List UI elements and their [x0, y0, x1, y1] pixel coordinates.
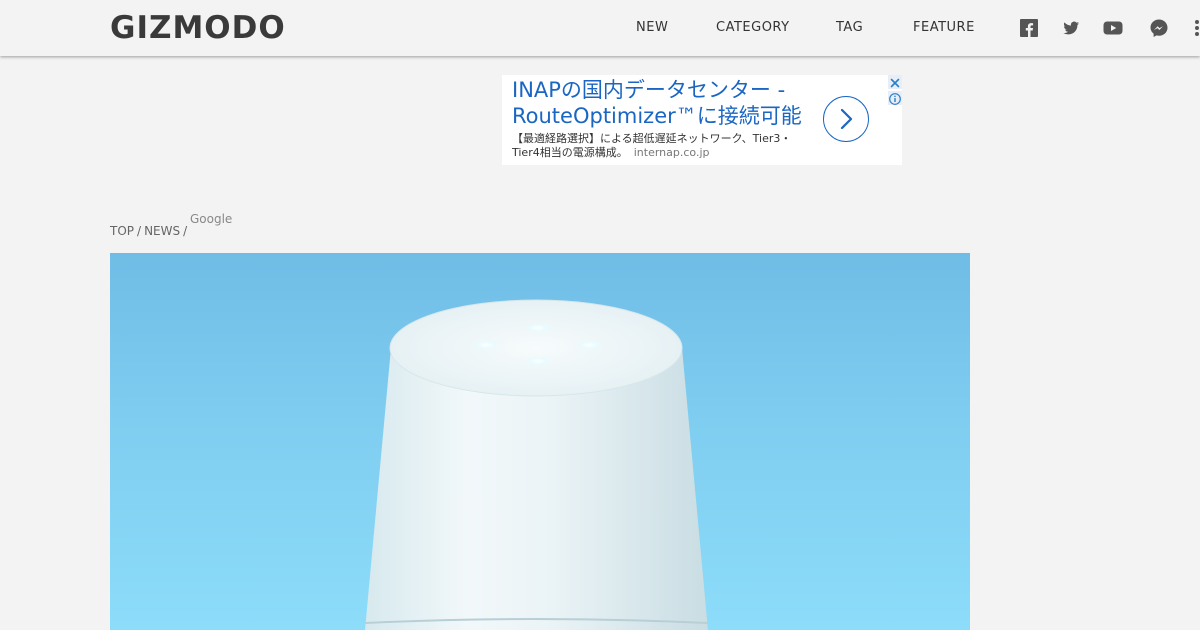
breadcrumb-news[interactable]: NEWS: [144, 224, 180, 238]
ad-description: 【最適経路選択】による超低遅延ネットワーク、Tier3・Tier4相当の電源構成…: [512, 132, 817, 160]
nav-new[interactable]: NEW: [636, 19, 668, 37]
youtube-icon[interactable]: [1102, 17, 1124, 39]
ad-close-button[interactable]: [888, 75, 902, 89]
nav-tag[interactable]: TAG: [836, 19, 863, 37]
facebook-icon[interactable]: [1018, 17, 1040, 39]
ad-info-button[interactable]: [888, 91, 902, 105]
google-home-device-image: [364, 299, 709, 630]
nav-category-label: CATEGORY: [716, 20, 790, 35]
article-hero-image: [110, 253, 970, 630]
close-icon: [890, 78, 900, 88]
site-logo[interactable]: GIZMODO: [110, 8, 286, 48]
ad-arrow-button[interactable]: [823, 96, 869, 142]
ad-domain[interactable]: internap.co.jp: [634, 146, 710, 159]
breadcrumb: TOP / NEWS /: [110, 223, 190, 239]
twitter-icon[interactable]: [1060, 17, 1082, 39]
more-icon[interactable]: [1190, 17, 1200, 39]
ad-headline[interactable]: INAPの国内データセンター - RouteOptimizer™に接続可能: [512, 77, 822, 129]
site-header: GIZMODO NEW CATEGORY TAG FEATURE: [0, 0, 1200, 56]
breadcrumb-separator: /: [183, 224, 188, 238]
breadcrumb-separator: /: [137, 224, 142, 238]
info-icon: [889, 93, 901, 105]
nav-feature[interactable]: FEATURE: [913, 19, 975, 37]
nav-category[interactable]: CATEGORY: [716, 19, 790, 37]
chevron-right-icon: [840, 108, 853, 130]
breadcrumb-top[interactable]: TOP: [110, 224, 134, 238]
advertisement[interactable]: INAPの国内データセンター - RouteOptimizer™に接続可能 【最…: [502, 75, 902, 165]
breadcrumb-tag-google[interactable]: Google: [190, 211, 232, 227]
messenger-icon[interactable]: [1148, 17, 1170, 39]
nav-tag-label: TAG: [836, 20, 864, 35]
